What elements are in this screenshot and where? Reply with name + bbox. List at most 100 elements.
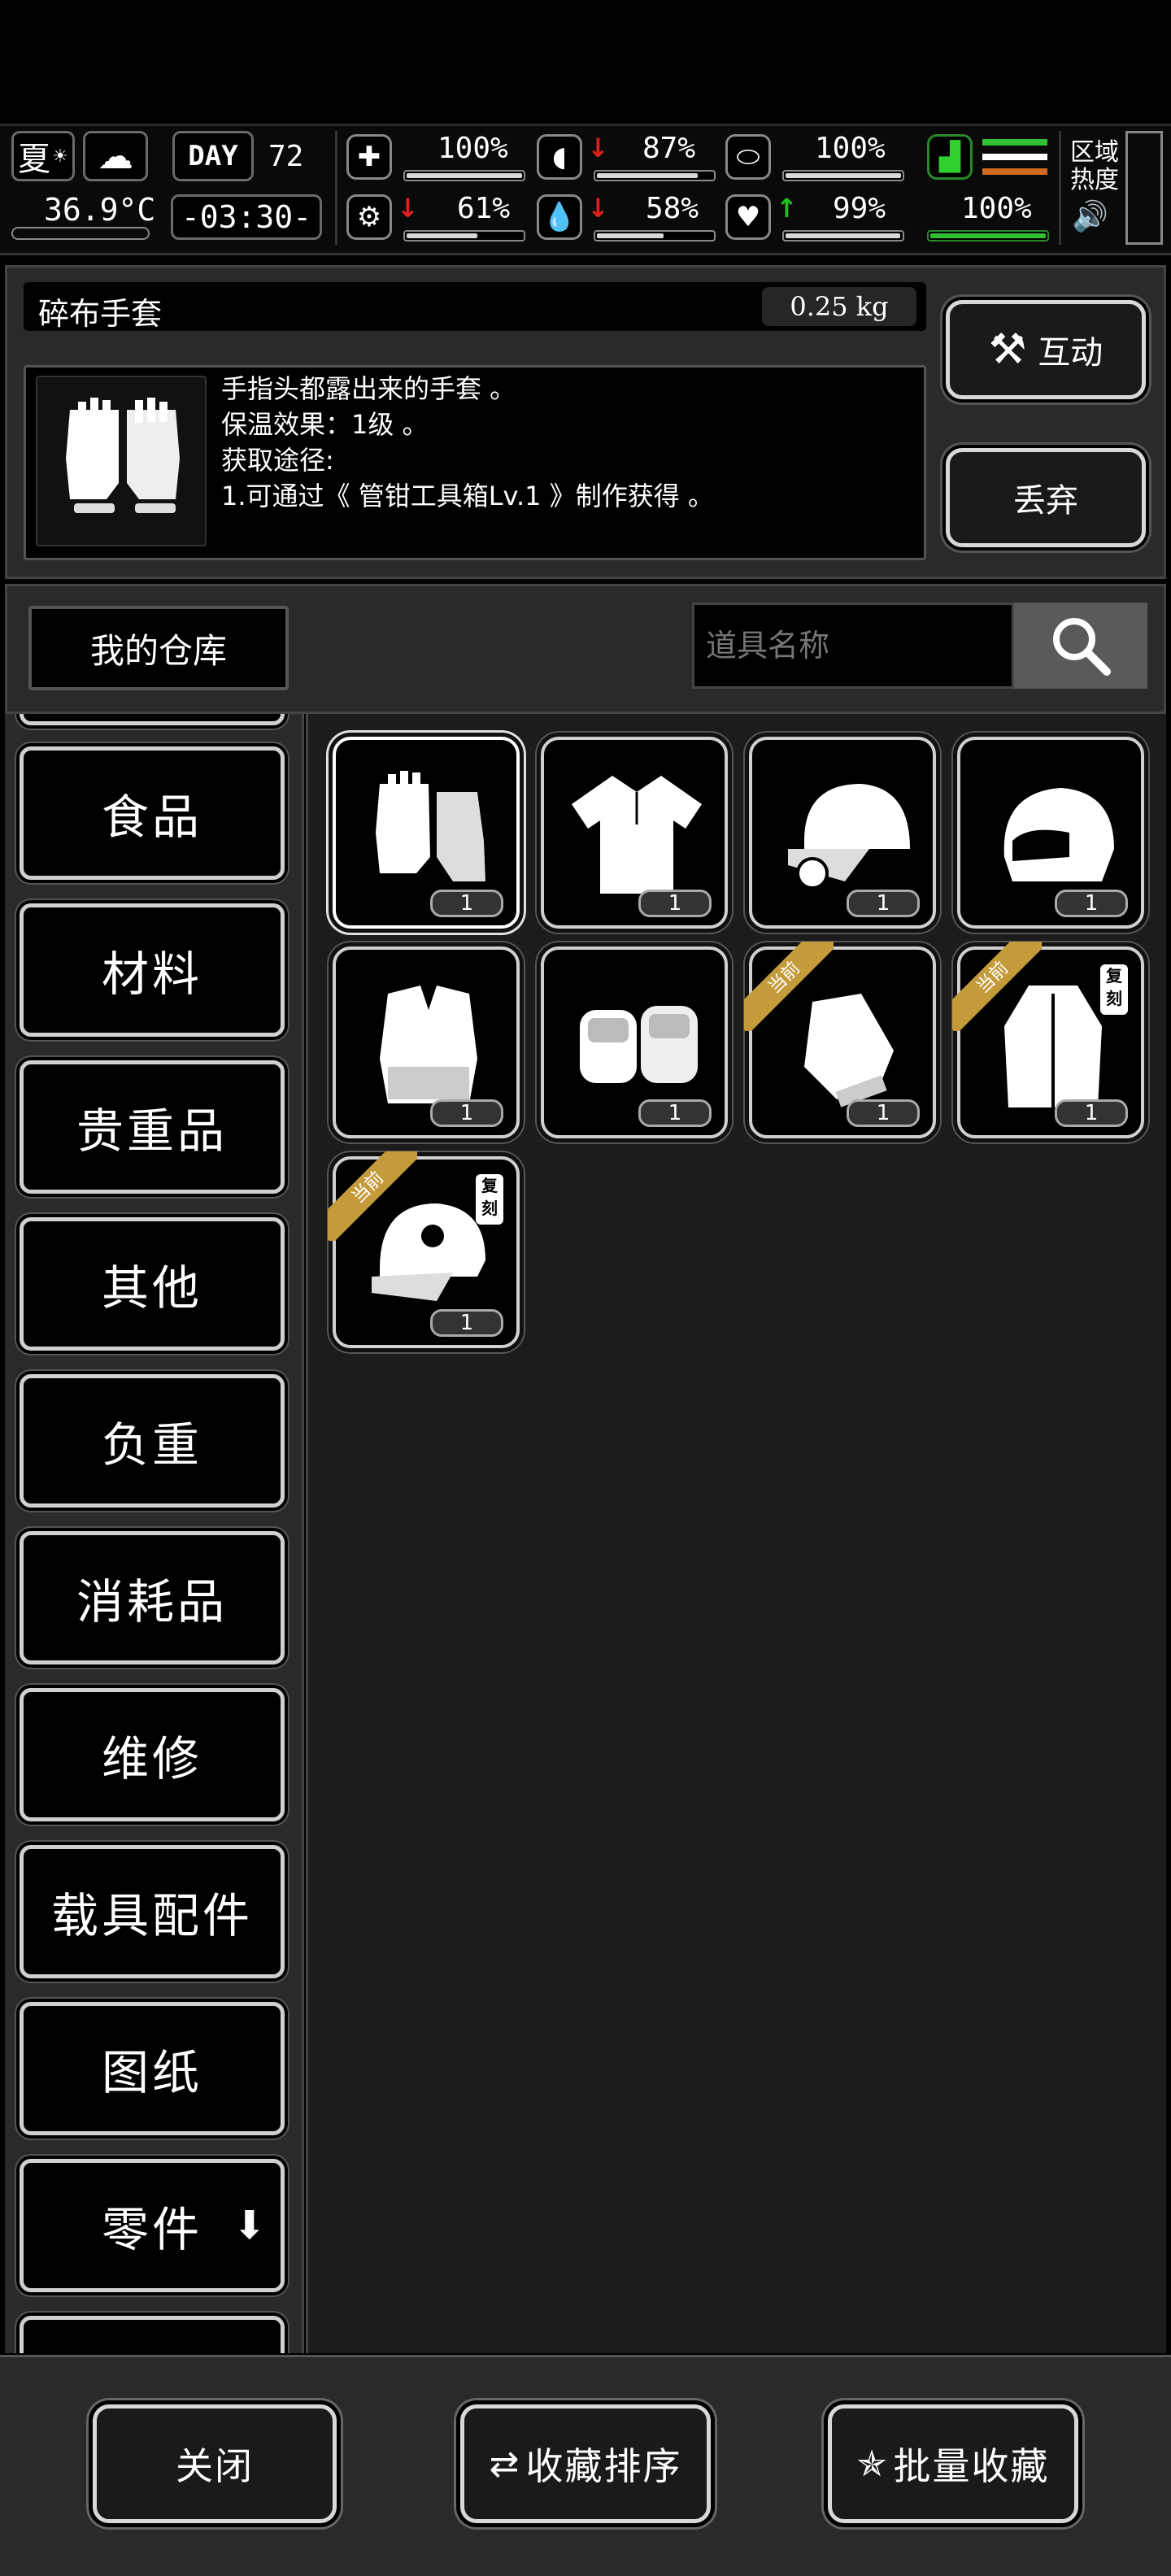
mood-bar: [782, 230, 904, 242]
item-quantity: 1: [638, 1099, 712, 1127]
shield-icon: ⬭: [725, 134, 771, 180]
item-slot-skull-cap[interactable]: 当前 复刻 1: [328, 1151, 520, 1348]
category-partial[interactable]: [20, 714, 285, 725]
item-weight: 0.25 kg: [762, 287, 916, 326]
gloves-icon: [376, 771, 485, 881]
health-value: 100%: [437, 132, 508, 165]
item-slot-knuckle-gloves[interactable]: 1: [541, 946, 728, 1138]
thirst-bar: [594, 230, 716, 242]
armor-bar: [782, 170, 904, 181]
storage-header: 我的仓库: [5, 584, 1166, 714]
item-quantity: 1: [1055, 890, 1128, 917]
day-label: DAY: [172, 131, 254, 181]
water-drop-icon: 💧: [537, 194, 582, 240]
temperature-value: 36.9°C: [44, 192, 156, 228]
discard-label: 丢弃: [1013, 482, 1078, 520]
description-line: 保温效果：1级 。: [221, 409, 429, 440]
gloves-icon: [804, 994, 894, 1107]
item-slot-motorcycle-helmet[interactable]: 1: [957, 737, 1144, 929]
category-other[interactable]: 其他: [20, 1217, 285, 1351]
cap-icon: [372, 1203, 485, 1301]
cloud-icon: ☁: [83, 131, 148, 181]
category-valuables[interactable]: 贵重品: [20, 1060, 285, 1194]
arrow-up-icon: ↑: [776, 193, 798, 224]
item-description: 手指头都露出来的手套 。 保温效果：1级 。 获取途径: 1.可通过《 管钳工具…: [221, 371, 714, 514]
hunger-bar: [594, 170, 716, 181]
item-name-bar: 碎布手套 0.25 kg: [24, 282, 926, 332]
footer-bar: 关闭 ⇄ 收藏排序 ✯ 批量收藏: [0, 2355, 1171, 2576]
item-slot-rag-gloves[interactable]: 1: [333, 737, 520, 929]
coat-icon: [1004, 986, 1102, 1107]
item-slot-fur-coat[interactable]: 当前 复刻 1: [952, 942, 1144, 1138]
item-slot-shirt[interactable]: 1: [541, 737, 728, 929]
heart-icon: ♥: [725, 194, 771, 240]
gloves-icon: [66, 398, 180, 513]
search-icon: [1053, 618, 1111, 676]
category-repair[interactable]: 维修: [20, 1688, 285, 1821]
sanity-bar: [403, 230, 525, 242]
item-grid: 1 1 1 1 1 1 当前 1 当前 复刻 1 当前 复刻 1: [306, 714, 1166, 2353]
stamina-stripe: [982, 154, 1047, 160]
mood-value: 99%: [833, 192, 886, 225]
stamina-value: 100%: [961, 192, 1032, 225]
shirt-icon: [572, 776, 702, 894]
armor-value: 100%: [815, 132, 886, 165]
category-sidebar[interactable]: 食品 材料 贵重品 其他 负重 消耗品 维修 载具配件 图纸 零件 ⬇: [5, 714, 304, 2353]
divider: [1059, 131, 1061, 245]
clock: -03:30-: [171, 194, 322, 240]
my-storage-tab[interactable]: 我的仓库: [28, 606, 289, 690]
item-quantity: 1: [847, 890, 920, 917]
season-indicator: 夏 ☀: [11, 131, 75, 181]
category-materials[interactable]: 材料: [20, 903, 285, 1037]
item-slot-fur-vest[interactable]: 1: [333, 946, 520, 1138]
discard-button[interactable]: 丢弃: [946, 448, 1146, 547]
item-quantity: 1: [847, 1099, 920, 1127]
category-consumables[interactable]: 消耗品: [20, 1531, 285, 1664]
category-partial[interactable]: [20, 2316, 285, 2353]
gloves-icon: [580, 1006, 698, 1083]
interact-label: 互动: [1038, 334, 1104, 372]
hammer-icon: ⚒: [988, 325, 1027, 374]
category-label: 零件: [101, 2202, 202, 2257]
category-food[interactable]: 食品: [20, 746, 285, 880]
batch-favorite-button[interactable]: ✯ 批量收藏: [828, 2404, 1078, 2523]
item-quantity: 1: [430, 1309, 503, 1337]
item-thumbnail: [36, 376, 207, 546]
stamina-stripe: [982, 168, 1047, 175]
stomach-icon: ◖: [537, 134, 582, 180]
search-button[interactable]: [1014, 603, 1147, 689]
category-vehicle-parts[interactable]: 载具配件: [20, 1845, 285, 1978]
medkit-icon: ✚: [346, 134, 392, 180]
interact-button[interactable]: ⚒ 互动: [946, 300, 1146, 399]
season-label: 夏: [18, 141, 51, 178]
speaker-icon[interactable]: 🔊: [1072, 199, 1108, 233]
brain-icon: ⚙: [346, 194, 392, 240]
arrow-down-icon: ↓: [587, 193, 609, 224]
sort-label: 收藏排序: [525, 2444, 682, 2488]
sun-icon: ☀: [52, 146, 68, 167]
sort-favorites-button[interactable]: ⇄ 收藏排序: [460, 2404, 711, 2523]
category-components[interactable]: 零件 ⬇: [20, 2159, 285, 2292]
item-slot-fingerless-gloves[interactable]: 当前 1: [744, 942, 936, 1138]
item-quantity: 1: [430, 890, 503, 917]
thermometer-icon: [11, 227, 150, 240]
stamina-bar: [927, 230, 1049, 242]
divider: [335, 131, 337, 245]
boot-icon: ▟: [927, 134, 973, 180]
zone-heat-label: 区域热度: [1070, 138, 1119, 194]
helmet-icon: [1003, 788, 1114, 881]
item-quantity: 1: [430, 1099, 503, 1127]
arrow-down-icon: ↓: [587, 133, 609, 163]
sanity-value: 61%: [457, 192, 511, 225]
search-input[interactable]: [692, 603, 1014, 689]
close-button[interactable]: 关闭: [93, 2404, 337, 2523]
category-blueprints[interactable]: 图纸: [20, 2002, 285, 2135]
cap-icon: [788, 784, 910, 890]
zone-heat-meter: [1125, 131, 1163, 245]
item-slot-cap-with-lamp[interactable]: 1: [749, 737, 936, 929]
day-number: 72: [268, 140, 304, 173]
description-line: 1.可通过《 管钳工具箱Lv.1 》制作获得 。: [221, 481, 714, 511]
hunger-value: 87%: [642, 132, 696, 165]
category-load[interactable]: 负重: [20, 1374, 285, 1508]
item-detail-panel: 碎布手套 0.25 kg 手指头都露出来的手套 。 保温效果：1级 。 获取途径…: [5, 265, 1166, 579]
